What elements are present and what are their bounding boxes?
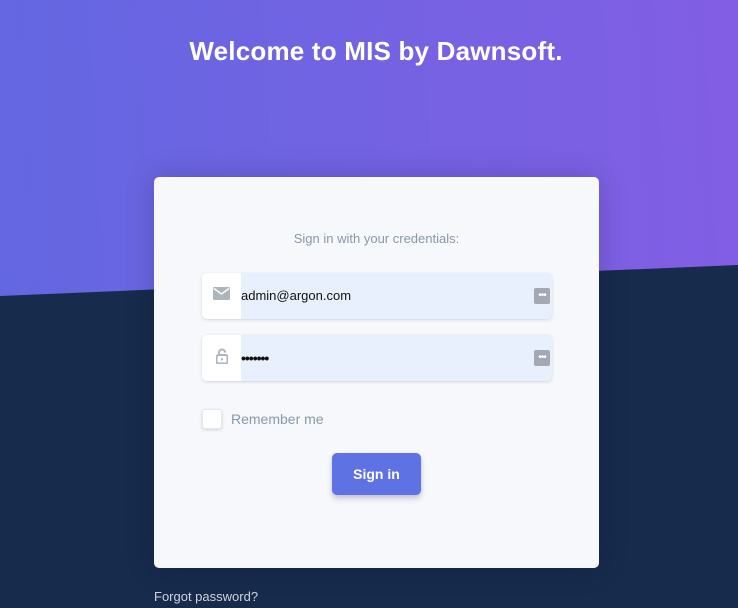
signin-subtitle: Sign in with your credentials: [293,231,460,246]
password-field[interactable]: ••••••• ••• [202,335,552,381]
password-prefix [202,335,241,381]
remember-checkbox[interactable] [202,409,222,429]
email-value[interactable]: admin@argon.com [241,273,351,319]
lock-icon [215,348,228,369]
login-page: Welcome to MIS by Dawnsoft. Sign in with… [0,0,738,608]
password-manager-key-icon[interactable]: ••• [534,350,550,366]
remember-me[interactable]: Remember me [202,409,324,429]
login-card: Sign in with your credentials: admin@arg… [154,177,599,568]
password-manager-key-icon[interactable]: ••• [534,288,550,304]
page-title: Welcome to MIS by Dawnsoft. [189,36,563,66]
password-value[interactable]: ••••••• [241,335,269,381]
email-prefix [202,273,241,319]
envelope-icon [213,287,230,305]
signin-button[interactable]: Sign in [332,453,421,495]
forgot-password-link[interactable]: Forgot password? [154,589,258,604]
email-field[interactable]: admin@argon.com ••• [202,273,552,319]
remember-label[interactable]: Remember me [231,411,324,427]
